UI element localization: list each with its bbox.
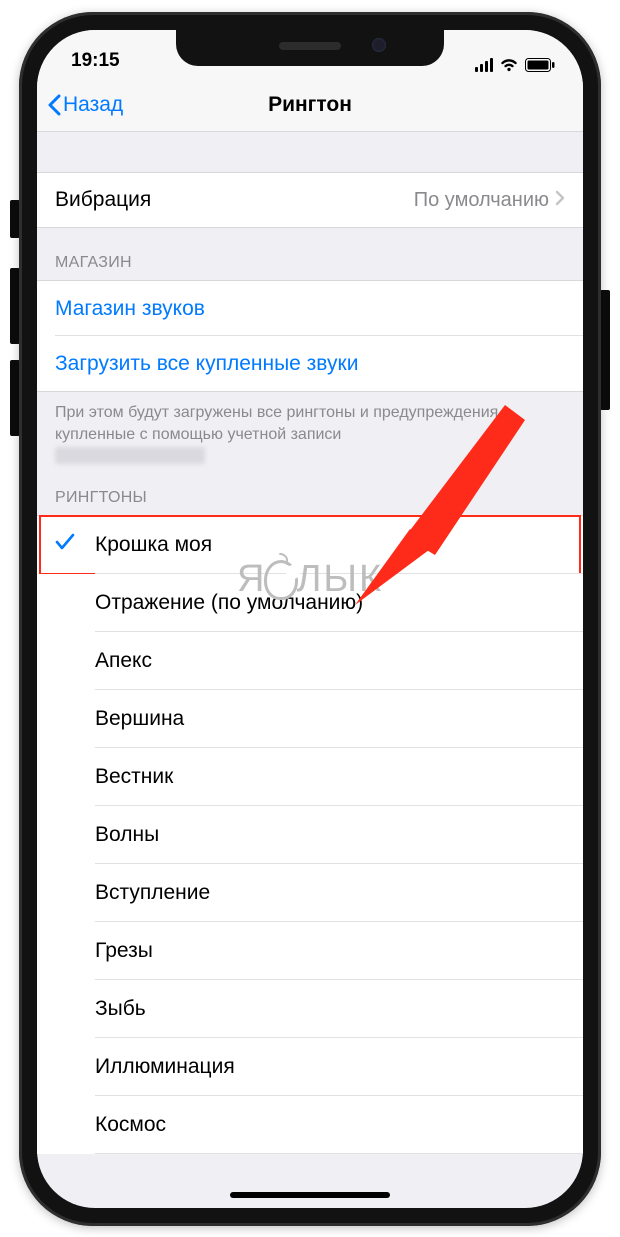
earpiece (279, 42, 341, 50)
tone-store-row[interactable]: Магазин звуков (37, 280, 583, 336)
store-footer-text: При этом будут загружены все рингтоны и … (55, 404, 503, 443)
ringtones-section-header: РИНГТОНЫ (37, 471, 583, 515)
ringtone-row[interactable]: Иллюминация (37, 1038, 583, 1096)
front-camera (372, 38, 386, 52)
ringtone-row[interactable]: Грезы (37, 922, 583, 980)
ringtone-label: Апекс (95, 649, 152, 673)
screen: 19:15 Назад Рингтон (37, 30, 583, 1208)
account-email-redacted (55, 447, 205, 464)
ringtone-row[interactable]: Вестник (37, 748, 583, 806)
store-footer: При этом будут загружены все рингтоны и … (37, 392, 583, 471)
ringtones-list: Крошка моя Отражение (по умолчанию) Апекс В… (37, 515, 583, 1154)
ringtone-label: Волны (95, 823, 159, 847)
clock: 19:15 (71, 50, 120, 72)
download-purchased-row[interactable]: Загрузить все купленные звуки (37, 336, 583, 392)
vibration-value: По умолчанию (414, 189, 555, 212)
vibration-label: Вибрация (55, 188, 151, 212)
ringtone-label: Вестник (95, 765, 173, 789)
battery-icon (525, 58, 555, 72)
ringtone-row[interactable]: Крошка моя (37, 516, 583, 574)
ringtone-label: Отражение (по умолчанию) (95, 591, 363, 615)
wifi-icon (499, 58, 519, 72)
ringtone-label: Вершина (95, 707, 184, 731)
ringtone-row[interactable]: Волны (37, 806, 583, 864)
notch (176, 30, 444, 66)
download-purchased-label: Загрузить все купленные звуки (55, 352, 358, 376)
ringtone-row[interactable]: Вершина (37, 690, 583, 748)
check-icon (55, 533, 75, 557)
phone-frame: 19:15 Назад Рингтон (19, 12, 601, 1226)
store-section-header: МАГАЗИН (37, 228, 583, 280)
ringtone-label: Грезы (95, 939, 153, 963)
ringtone-row[interactable]: Космос (37, 1096, 583, 1154)
ringtone-label: Крошка моя (95, 533, 212, 557)
ringtone-label: Иллюминация (95, 1055, 235, 1079)
ringtone-row[interactable]: Отражение (по умолчанию) (37, 574, 583, 632)
ringtone-label: Вступление (95, 881, 210, 905)
cellular-icon (475, 58, 493, 72)
ringtone-label: Зыбь (95, 997, 146, 1021)
ringtone-row[interactable]: Зыбь (37, 980, 583, 1038)
home-indicator[interactable] (230, 1192, 390, 1198)
power-button (600, 290, 610, 410)
chevron-right-icon (555, 188, 565, 212)
tone-store-label: Магазин звуков (55, 297, 205, 321)
vibration-row[interactable]: Вибрация По умолчанию (37, 172, 583, 228)
ringtone-label: Космос (95, 1113, 166, 1137)
page-title: Рингтон (37, 93, 583, 117)
ringtone-row[interactable]: Апекс (37, 632, 583, 690)
ringtone-row[interactable]: Вступление (37, 864, 583, 922)
navigation-bar: Назад Рингтон (37, 78, 583, 132)
